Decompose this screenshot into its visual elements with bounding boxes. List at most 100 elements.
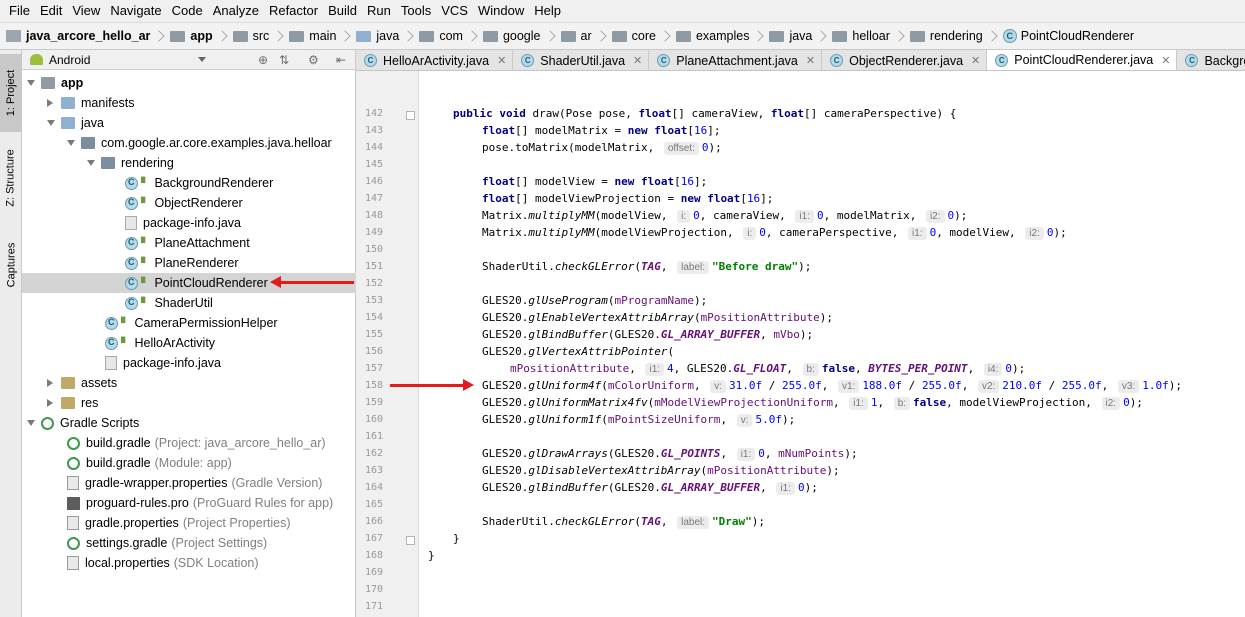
collapse-icon[interactable]	[47, 379, 53, 387]
breadcrumb-item-java-pkg[interactable]: java	[769, 23, 832, 49]
expand-icon[interactable]	[87, 160, 95, 166]
collapse-icon[interactable]	[47, 99, 53, 107]
code-line-155: GLES20.glBindBuffer(GLES20.GL_ARRAY_BUFF…	[482, 328, 814, 341]
tab-captures-tool[interactable]: Captures	[0, 234, 22, 296]
parameter-hint: i1:	[776, 482, 795, 495]
menu-refactor[interactable]: Refactor	[264, 1, 323, 21]
tree-item-objectrenderer[interactable]: ▘ObjectRenderer	[22, 193, 356, 213]
scroll-from-source-icon[interactable]: ⊕	[258, 53, 268, 67]
close-icon[interactable]: ✕	[497, 54, 506, 67]
tab-shaderutil[interactable]: C ShaderUtil.java ✕	[513, 50, 650, 70]
menu-navigate[interactable]: Navigate	[105, 1, 166, 21]
project-view-selector[interactable]: Android	[49, 53, 90, 67]
menu-help[interactable]: Help	[529, 1, 566, 21]
tree-item-gradle-scripts[interactable]: Gradle Scripts	[22, 413, 356, 433]
tree-item-helloaractivity[interactable]: ▘HelloArActivity	[22, 333, 356, 353]
chevron-right-icon	[986, 30, 998, 42]
menu-window[interactable]: Window	[473, 1, 529, 21]
collapse-all-icon[interactable]: ⇅	[279, 53, 289, 67]
tree-item-manifests[interactable]: manifests	[22, 93, 356, 113]
breadcrumb-item-src[interactable]: src	[232, 23, 290, 49]
line-number: 168	[364, 550, 383, 561]
menu-run[interactable]: Run	[362, 1, 396, 21]
java-file-icon	[105, 356, 117, 370]
tree-item-package[interactable]: com.google.ar.core.examples.java.helloar	[22, 133, 356, 153]
fold-toggle-icon[interactable]	[406, 536, 415, 545]
breadcrumb-item-core[interactable]: core	[611, 23, 676, 49]
expand-icon[interactable]	[27, 420, 35, 426]
tree-item-planerenderer[interactable]: ▘PlaneRenderer	[22, 253, 356, 273]
line-number: 158	[364, 380, 383, 391]
tree-item-shaderutil[interactable]: ▘ShaderUtil	[22, 293, 356, 313]
breadcrumb-item-java[interactable]: java	[356, 23, 419, 49]
breadcrumb-item-ar[interactable]: ar	[560, 23, 612, 49]
leaf-icon: ▘	[141, 237, 150, 250]
line-number: 148	[364, 210, 383, 221]
close-icon[interactable]: ✕	[1161, 54, 1170, 67]
code-line-148: Matrix.multiplyMM(modelView, i: 0, camera…	[482, 209, 968, 223]
gear-icon[interactable]: ⚙	[308, 53, 319, 67]
menu-view[interactable]: View	[67, 1, 105, 21]
tree-item-assets[interactable]: assets	[22, 373, 356, 393]
menu-file[interactable]: File	[4, 1, 35, 21]
class-icon	[125, 296, 138, 310]
tree-item-res[interactable]: res	[22, 393, 356, 413]
tree-item-camerapermissionhelper[interactable]: ▘CameraPermissionHelper	[22, 313, 356, 333]
tree-item-java[interactable]: java	[22, 113, 356, 133]
tree-item-build-gradle-module[interactable]: build.gradle (Module: app)	[22, 453, 356, 473]
breadcrumb-item-main[interactable]: main	[289, 23, 356, 49]
parameter-hint: i:	[743, 227, 757, 240]
tree-item-package-info-helloar[interactable]: package-info.java	[22, 353, 356, 373]
close-icon[interactable]: ✕	[806, 54, 815, 67]
tree-item-backgroundrenderer[interactable]: ▘BackgroundRenderer	[22, 173, 356, 193]
line-number: 143	[364, 125, 383, 136]
class-icon	[125, 256, 138, 270]
menu-edit[interactable]: Edit	[35, 1, 67, 21]
tab-helloaractivity[interactable]: C HelloArActivity.java ✕	[356, 50, 514, 70]
tab-objectrenderer[interactable]: C ObjectRenderer.java ✕	[822, 50, 988, 70]
menu-vcs[interactable]: VCS	[436, 1, 473, 21]
menu-analyze[interactable]: Analyze	[208, 1, 264, 21]
breadcrumb-item-rendering[interactable]: rendering	[909, 23, 1003, 49]
menu-build[interactable]: Build	[323, 1, 362, 21]
menu-code[interactable]: Code	[167, 1, 208, 21]
tree-item-gradle-wrapper[interactable]: gradle-wrapper.properties (Gradle Version…	[22, 473, 356, 493]
close-icon[interactable]: ✕	[633, 54, 642, 67]
code-editor[interactable]: 142 143 144 145 146 147 148 149 150 151 …	[356, 71, 1245, 617]
tree-item-proguard[interactable]: proguard-rules.pro (ProGuard Rules for ap…	[22, 493, 356, 513]
tree-item-gradle-properties[interactable]: gradle.properties (Project Properties)	[22, 513, 356, 533]
parameter-hint: i1:	[849, 397, 868, 410]
tree-item-local-properties[interactable]: local.properties (SDK Location)	[22, 553, 356, 573]
tree-item-planeattachment[interactable]: ▘PlaneAttachment	[22, 233, 356, 253]
breadcrumb-item-project[interactable]: java_arcore_hello_ar	[6, 23, 170, 49]
tab-pointcloudrenderer[interactable]: C PointCloudRenderer.java ✕	[987, 50, 1178, 70]
expand-icon[interactable]	[47, 120, 55, 126]
breadcrumb-item-helloar[interactable]: helloar	[832, 23, 910, 49]
tab-planeattachment[interactable]: C PlaneAttachment.java ✕	[649, 50, 823, 70]
collapse-icon[interactable]	[47, 399, 53, 407]
tab-project-tool[interactable]: 1: Project	[0, 54, 22, 132]
code-line-160: GLES20.glUniform1f(mPointSizeUniform, v:…	[482, 413, 796, 427]
menu-tools[interactable]: Tools	[396, 1, 436, 21]
breadcrumb-item-com[interactable]: com	[419, 23, 483, 49]
tree-item-package-info-rendering[interactable]: package-info.java	[22, 213, 356, 233]
tab-structure-tool[interactable]: Z: Structure	[0, 142, 22, 214]
chevron-right-icon	[752, 30, 765, 42]
tree-item-settings-gradle[interactable]: settings.gradle (Project Settings)	[22, 533, 356, 553]
tree-item-build-gradle-project[interactable]: build.gradle (Project: java_arcore_hello_…	[22, 433, 356, 453]
tab-backgroundrenderer[interactable]: CBackgroundRenderer	[1177, 50, 1245, 70]
breadcrumb-item-google[interactable]: google	[482, 23, 561, 49]
tree-item-app[interactable]: app	[22, 73, 356, 93]
breadcrumb-item-module[interactable]: app	[170, 23, 232, 49]
close-icon[interactable]: ✕	[971, 54, 980, 67]
annotation-arrow-left	[270, 276, 354, 288]
breadcrumb-item-examples[interactable]: examples	[675, 23, 770, 49]
expand-icon[interactable]	[27, 80, 35, 86]
class-icon: C	[657, 54, 671, 67]
expand-icon[interactable]	[67, 140, 75, 146]
tree-item-rendering[interactable]: rendering	[22, 153, 356, 173]
breadcrumb-item-class[interactable]: C PointCloudRenderer	[1002, 23, 1134, 49]
chevron-down-icon[interactable]	[198, 57, 206, 62]
fold-toggle-icon[interactable]	[406, 111, 415, 120]
hide-panel-icon[interactable]: ⇤	[336, 53, 346, 67]
